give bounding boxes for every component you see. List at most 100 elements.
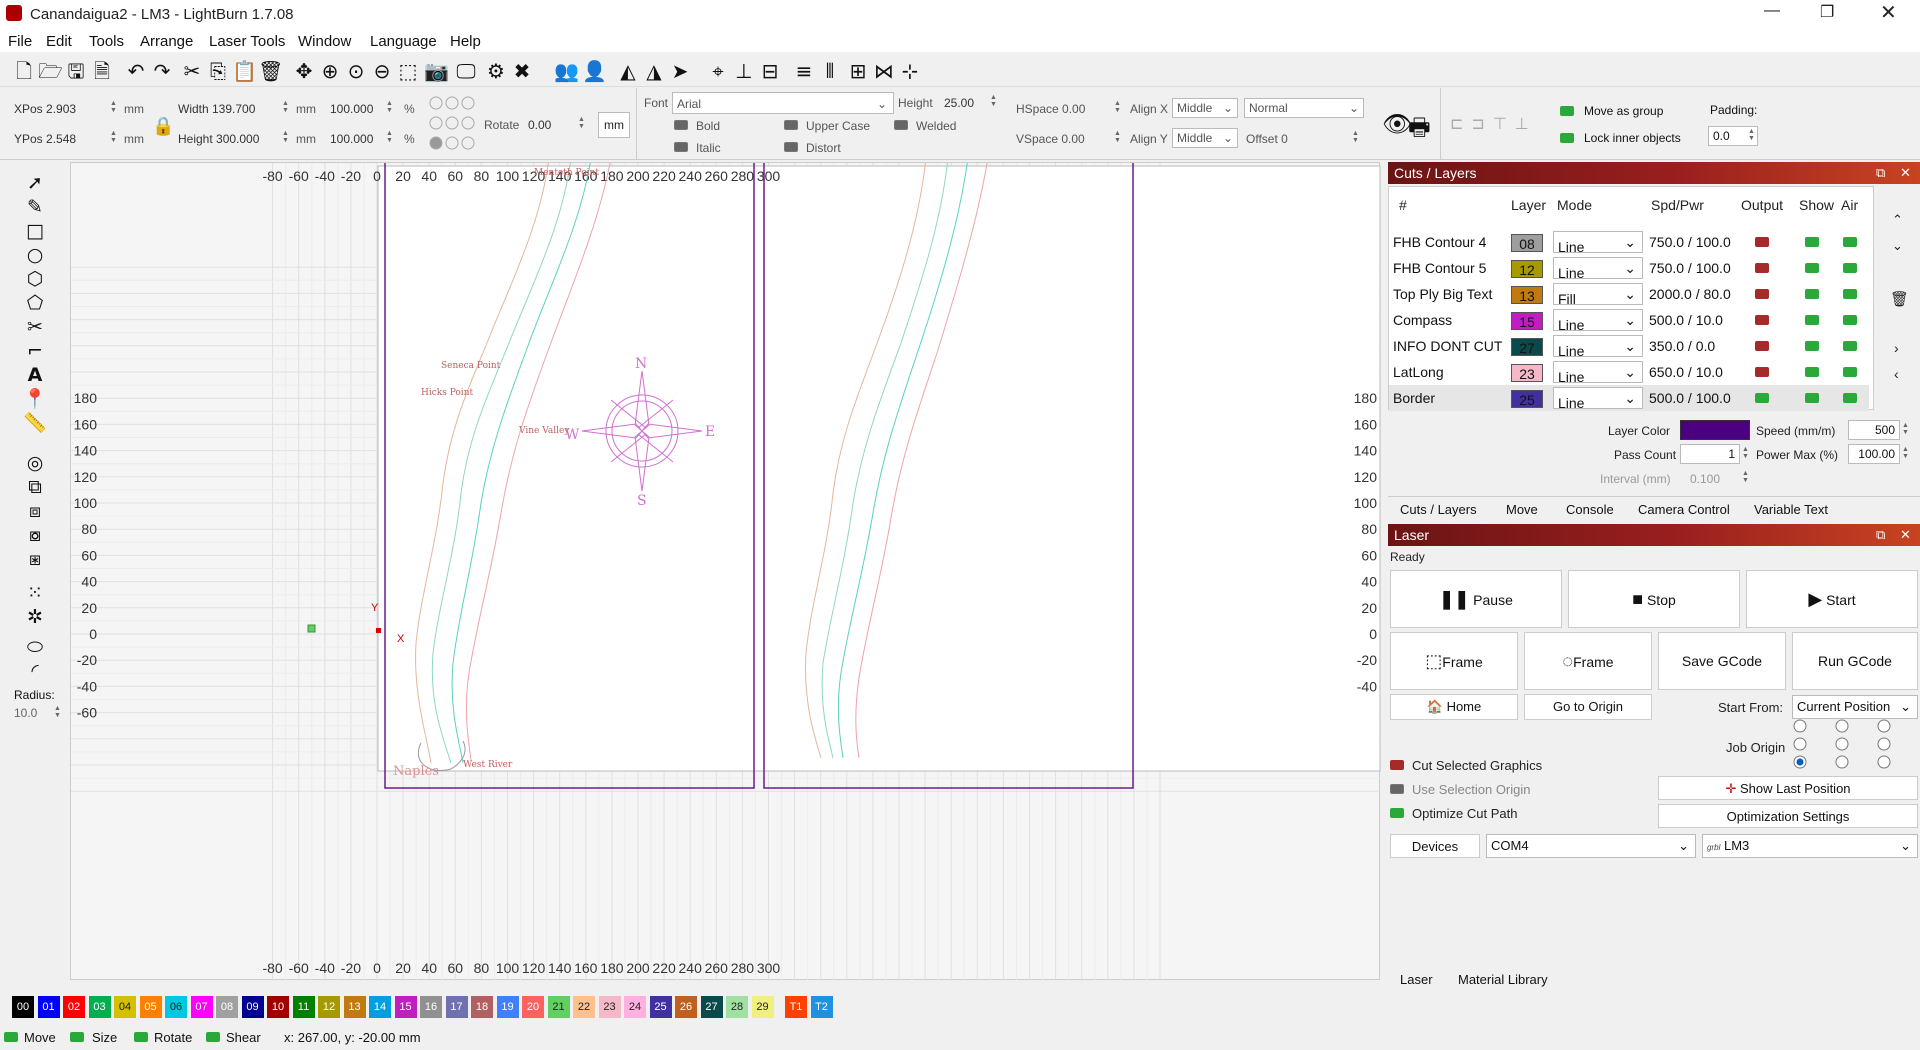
layer-air-toggle[interactable]	[1843, 367, 1857, 377]
layer-mode-select[interactable]: Fill ⌄	[1553, 283, 1643, 307]
palette-swatch-T1[interactable]: T1	[785, 996, 807, 1018]
delete-icon[interactable]: 🗑	[258, 59, 283, 83]
center-icon[interactable]: ⊹	[898, 59, 922, 83]
canvas-svg[interactable]: -80 -60 -40 -20 0 20 40 60 80 100 120 140 160 180 200 2…	[71, 157, 1381, 981]
open-file-icon[interactable]: 🗁	[38, 59, 63, 83]
lock-inner-toggle[interactable]	[1560, 133, 1574, 143]
boolean-subtract-icon[interactable]: ⧈	[22, 500, 48, 522]
close-icon[interactable]: ✕	[1880, 0, 1897, 25]
layer-show-toggle[interactable]	[1805, 393, 1819, 403]
run-gcode-button[interactable]: Run GCode	[1792, 632, 1918, 690]
palette-swatch-10[interactable]: 10	[267, 996, 289, 1018]
users-icon[interactable]: 👥	[554, 59, 579, 83]
label-westriver[interactable]: West River	[463, 760, 513, 770]
palette-swatch-18[interactable]: 18	[471, 996, 493, 1018]
layer-show-toggle[interactable]	[1805, 237, 1819, 247]
position-pin-icon[interactable]: 📍	[22, 388, 48, 410]
collapse-left-icon[interactable]: ‹	[1894, 366, 1899, 382]
menu-window[interactable]: Window	[298, 33, 351, 50]
palette-swatch-04[interactable]: 04	[114, 996, 136, 1018]
zoom-in-icon[interactable]: ⊕	[318, 59, 342, 83]
origin-radio-br[interactable]	[1877, 755, 1891, 769]
rotate-toggle[interactable]	[134, 1032, 148, 1042]
xpos-field[interactable]: XPos 2.903	[14, 102, 76, 116]
zoom-out-icon[interactable]: ⊖	[370, 59, 394, 83]
palette-swatch-28[interactable]: 28	[726, 996, 748, 1018]
text-mode-select[interactable]: Normal ⌄	[1244, 98, 1364, 118]
boolean-intersect-icon[interactable]: ⧇	[22, 524, 48, 546]
label-vine[interactable]: Vine Valley	[518, 426, 570, 436]
scissors-icon[interactable]: ✂	[22, 316, 48, 338]
home-button[interactable]: 🏠 Home	[1390, 694, 1518, 720]
undock-icon[interactable]: ⧉	[1876, 162, 1885, 184]
layer-mode-select[interactable]: Line ⌄	[1553, 387, 1643, 411]
origin-radio-tc[interactable]	[1835, 719, 1849, 733]
width-spinner[interactable]: ▲ ▼	[282, 100, 289, 114]
label-seneca[interactable]: Seneca Point	[441, 361, 501, 371]
layer-output-toggle[interactable]	[1755, 315, 1769, 325]
save-as-icon[interactable]: 🗎	[90, 59, 114, 83]
palette-swatch-00[interactable]: 00	[12, 996, 34, 1018]
polygon-icon[interactable]: ⬡	[22, 268, 48, 290]
pen-icon[interactable]: ✎	[22, 196, 48, 218]
font-height-spinner[interactable]: ▲ ▼	[990, 94, 997, 108]
width-field[interactable]: Width 139.700	[178, 102, 255, 116]
tab-console[interactable]: Console	[1566, 502, 1614, 517]
menu-tools[interactable]: Tools	[89, 33, 124, 50]
layer-output-toggle[interactable]	[1755, 367, 1769, 377]
menu-file[interactable]: File	[8, 33, 32, 50]
scale-width-field[interactable]: 100.000	[330, 102, 373, 116]
layer-row[interactable]: INFO DONT CUT 27 Line ⌄ 350.0 / 0.0	[1389, 333, 1869, 359]
frame-round-button[interactable]: ◌Frame	[1524, 632, 1652, 690]
save-icon[interactable]: 🖫	[64, 59, 88, 83]
font-select[interactable]: Arial ⌄	[672, 92, 894, 114]
boolean-weld-icon[interactable]: ⧆	[22, 548, 48, 570]
menu-arrange[interactable]: Arrange	[140, 33, 193, 50]
align-icon[interactable]: ⊥	[732, 59, 756, 83]
layer-mode-select[interactable]: Line ⌄	[1553, 361, 1643, 385]
grid-array-icon[interactable]: ⁙	[22, 582, 48, 604]
flip-h-icon[interactable]: ◭	[616, 59, 640, 83]
origin-radio-tl[interactable]	[1793, 719, 1807, 733]
palette-swatch-20[interactable]: 20	[522, 996, 544, 1018]
ypos-spinner[interactable]: ▲ ▼	[110, 130, 117, 144]
palette-swatch-12[interactable]: 12	[318, 996, 340, 1018]
layer-row[interactable]: LatLong 23 Line ⌄ 650.0 / 10.0	[1389, 359, 1869, 385]
optimize-cut-path-toggle[interactable]	[1390, 808, 1404, 818]
show-last-position-button[interactable]: ✛ Show Last Position	[1658, 776, 1918, 800]
vspace-spinner[interactable]: ▲ ▼	[1114, 130, 1121, 144]
palette-swatch-24[interactable]: 24	[624, 996, 646, 1018]
origin-radio-mc[interactable]	[1835, 737, 1849, 751]
radius-field[interactable]: 10.0	[14, 706, 37, 720]
menu-language[interactable]: Language	[370, 33, 437, 50]
origin-radio-bc[interactable]	[1835, 755, 1849, 769]
rotate-field[interactable]: 0.00	[528, 118, 551, 132]
palette-swatch-03[interactable]: 03	[88, 996, 111, 1018]
ruler-icon[interactable]: 📏	[22, 412, 48, 434]
vspace-field[interactable]: VSpace 0.00	[1016, 132, 1085, 146]
palette-swatch-13[interactable]: 13	[343, 996, 366, 1018]
send-icon[interactable]: ➤	[668, 59, 692, 83]
distort-toggle[interactable]	[784, 142, 798, 152]
distribute-icon[interactable]: ⊟	[758, 59, 782, 83]
layer-output-toggle[interactable]	[1755, 263, 1769, 273]
layer-mode-select[interactable]: Line ⌄	[1553, 231, 1643, 255]
offset-shapes-icon[interactable]: ◎	[22, 452, 48, 474]
origin-radio-ml[interactable]	[1793, 737, 1807, 751]
xpos-spinner[interactable]: ▲ ▼	[110, 100, 117, 114]
move-down-icon[interactable]: ⌄	[1892, 238, 1903, 254]
undo-icon[interactable]: ↶	[124, 59, 148, 83]
palette-swatch-23[interactable]: 23	[598, 996, 621, 1018]
pass-count-spinner[interactable]: ▲ ▼	[1742, 446, 1749, 460]
label-hicks[interactable]: Hicks Point	[421, 388, 473, 398]
palette-swatch-25[interactable]: 25	[649, 996, 672, 1018]
user-icon[interactable]: 👤	[582, 59, 607, 83]
use-selection-origin-toggle[interactable]	[1390, 784, 1404, 794]
layer-mode-select[interactable]: Line ⌄	[1553, 257, 1643, 281]
palette-swatch-T2[interactable]: T2	[810, 996, 833, 1018]
origin-grid-icon[interactable]	[428, 94, 476, 152]
pause-button[interactable]: ❚❚ Pause	[1390, 570, 1562, 628]
close-panel-icon[interactable]: ✕	[1900, 162, 1911, 184]
offset-field[interactable]: Offset 0	[1246, 132, 1288, 146]
close-panel-icon[interactable]: ✕	[1900, 524, 1911, 546]
